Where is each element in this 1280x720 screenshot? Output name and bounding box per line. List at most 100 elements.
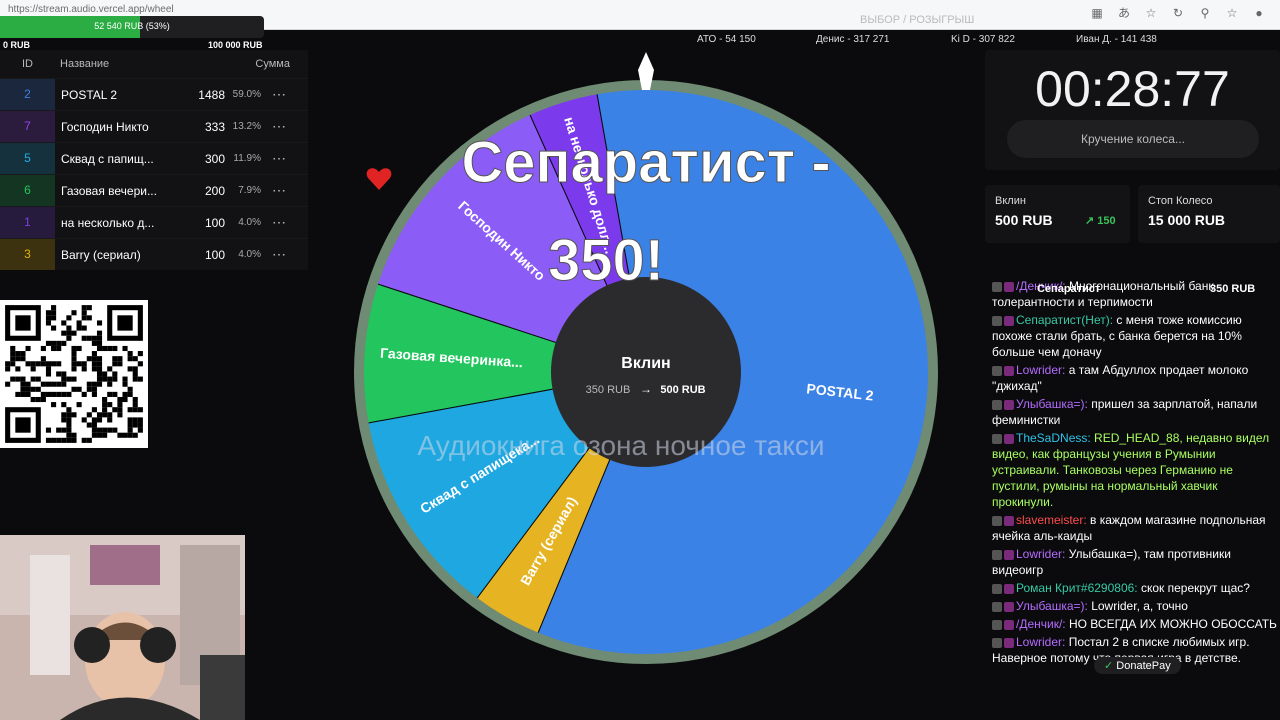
vklin-card: Вклин 500 RUB ↗ 150 [985,185,1130,243]
winner-line-1: Сепаратист - [461,130,830,195]
translate-icon[interactable]: あ [1117,6,1131,20]
chat-nick[interactable]: Lowrider: [1016,547,1065,561]
goal-label: 52 540 RUB (53%) [94,21,170,31]
vklin-increment-value: 150 [1097,215,1116,227]
badge-icon [1004,365,1014,376]
hub-title: Вклин [621,355,670,372]
chat-message: Сепаратист(Нет): с меня тоже комиссию по… [992,312,1280,360]
top-donor: АТО - 54 150 [697,34,756,45]
chat-text: НО ВСЕГДА ИХ МОЖНО ОБОССАТЬ [1065,617,1277,631]
winner-line-2: 350! [548,228,664,293]
row-percent: 11.9% [233,153,261,164]
badge-icon [992,515,1002,526]
row-id: 1 [0,207,55,238]
chat-message: Улыбашка=): Lowrider, а, точно [992,598,1280,614]
chat-text: скок перекрут щас? [1137,581,1250,595]
address-bar[interactable]: https://stream.audio.vercel.app/wheel [8,4,174,15]
badge-icon [1004,601,1014,612]
grid-icon[interactable]: ▦ [1090,6,1104,20]
refresh-icon[interactable]: ↻ [1171,6,1185,20]
row-name: Газовая вечери... [61,183,157,198]
browser-icons: ▦ あ ☆ ↻ ⚲ ☆ ● [1090,6,1266,20]
row-id: 2 [0,79,55,110]
row-amount: 100 [204,215,225,230]
spin-status-button[interactable]: Кручение колеса... [1007,120,1259,158]
chat-message: Lowrider: а там Абдуллох продает молоко … [992,362,1280,394]
stop-value: 15 000 RUB [1148,212,1226,228]
chat-nick[interactable]: TheSaDNess: [1016,431,1091,445]
chat-nick[interactable]: Lowrider: [1016,635,1065,649]
badge-icon [1004,315,1014,326]
table-row[interactable]: 6 Газовая вечери... 200 7.9% ⋯ [0,174,308,206]
badge-icon [1004,619,1014,630]
badge-icon [1004,433,1014,444]
row-amount: 200 [204,183,225,198]
row-menu-icon[interactable]: ⋯ [261,182,297,199]
goal-min: 0 RUB [3,40,31,50]
row-amount: 333 [204,119,225,134]
row-menu-icon[interactable]: ⋯ [261,118,297,135]
table-row[interactable]: 3 Barry (сериал) 100 4.0% ⋯ [0,238,308,270]
row-menu-icon[interactable]: ⋯ [261,150,297,167]
badge-icon [1004,637,1014,648]
goal-max: 100 000 RUB [208,40,263,50]
row-name: POSTAL 2 [61,87,118,102]
page-overlay-text: ВЫБОР / РОЗЫГРЫШ [860,14,975,26]
badge-icon [992,619,1002,630]
chat-nick[interactable]: /Денчик/: [1016,617,1066,631]
hub-to: 500 RUB [660,384,705,396]
prize-wheel[interactable]: POSTAL 2Barry (сериал)Сквад с папищека..… [346,50,946,670]
chat-nick[interactable]: Улыбашка=): [1016,397,1088,411]
donatepay-badge: ✓ DonatePay [1094,657,1181,674]
chat-message: Lowrider: Улыбашка=), там противники вид… [992,546,1280,578]
table-row[interactable]: 7 Господин Никто 333 13.2% ⋯ [0,110,308,142]
col-id: ID [22,58,33,70]
hub-from: 350 RUB [586,384,631,396]
badge-icon [992,637,1002,648]
lots-table: ID Название Сумма 2 POSTAL 2 1488 59.0% … [0,50,308,270]
col-name: Название [60,58,110,70]
table-row[interactable]: 2 POSTAL 2 1488 59.0% ⋯ [0,78,308,110]
webcam-feed [0,535,245,720]
row-menu-icon[interactable]: ⋯ [261,86,297,103]
row-id: 5 [0,143,55,174]
row-id: 6 [0,175,55,206]
chat-nick[interactable]: slavemeister: [1016,513,1087,527]
vklin-increment: ↗ 150 [1085,214,1116,227]
chat-message: /Денчик/: НО ВСЕГДА ИХ МОЖНО ОБОССАТЬ [992,616,1280,632]
profile-icon[interactable]: ● [1252,6,1266,20]
top-donor: Денис - 317 271 [816,34,890,45]
badge-icon [992,365,1002,376]
qr-code-image [0,300,148,448]
table-row[interactable]: 5 Сквад с папищ... 300 11.9% ⋯ [0,142,308,174]
row-percent: 13.2% [232,121,261,132]
row-percent: 4.0% [238,217,261,228]
badge-icon [992,601,1002,612]
extensions-icon[interactable]: ⚲ [1198,6,1212,20]
chat-nick[interactable]: Роман Крит#6290806: [1016,581,1138,595]
table-row[interactable]: 1 на несколько д... 100 4.0% ⋯ [0,206,308,238]
subtitle-overlay: Аудиокнига озона ночное такси [417,430,824,461]
row-menu-icon[interactable]: ⋯ [261,214,297,231]
chat-message: slavemeister: в каждом магазине подпольн… [992,512,1280,544]
heart-icon [366,168,392,190]
chat-text: Lowrider, а, точно [1087,599,1188,613]
row-name: Barry (сериал) [61,247,141,262]
row-percent: 7.9% [238,185,261,196]
badge-icon [992,399,1002,410]
chat-nick[interactable]: Сепаратист(Нет): [1016,313,1113,327]
chat-nick[interactable]: Lowrider: [1016,363,1065,377]
row-amount: 100 [204,247,225,262]
badge-icon [992,549,1002,560]
chat-nick[interactable]: Улыбашка=): [1016,599,1088,613]
col-amount: Сумма [255,58,290,70]
row-menu-icon[interactable]: ⋯ [261,246,297,263]
star-icon[interactable]: ☆ [1144,6,1158,20]
badge-icon [992,315,1002,326]
qr-code [0,300,148,448]
row-name: на несколько д... [61,215,155,230]
chat-message: Улыбашка=): пришел за зарплатой, напали … [992,396,1280,428]
donation-popup-name: Сепаратист [1037,283,1101,295]
top-donor: Иван Д. - 141 438 [1076,34,1157,45]
bookmark-icon[interactable]: ☆ [1225,6,1239,20]
